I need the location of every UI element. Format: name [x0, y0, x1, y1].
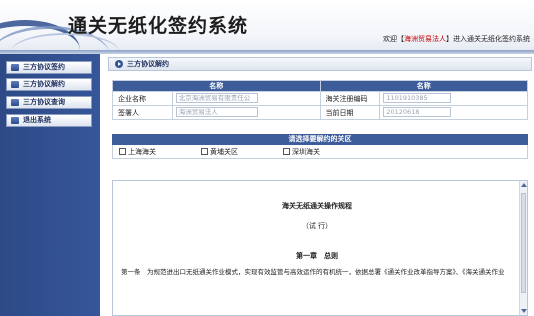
column-header: 名称 [319, 80, 529, 92]
scroll-down-arrow-icon[interactable] [521, 309, 527, 313]
checkbox[interactable] [283, 148, 290, 155]
customs-options-row: 上海海关 黄埔关区 深圳海关 [112, 145, 528, 159]
scroll-thumb[interactable] [521, 193, 526, 293]
sidebar: 三方协议签约 三方协议解约 三方协议查询 退出系统 [0, 54, 100, 316]
customs-option-shanghai[interactable]: 上海海关 [119, 148, 156, 156]
app-header: 通关无纸化签约系统 欢迎【海洲贸易法人】进入通关无纸化签约系统 [0, 0, 534, 50]
document-title: 海关无纸通关操作规程 [282, 202, 352, 210]
section-title: 三方协议解约 [127, 60, 169, 68]
welcome-message: 欢迎【海洲贸易法人】进入通关无纸化签约系统 [383, 34, 530, 44]
company-field[interactable]: 北京海洲贸易有限责任公 [175, 92, 258, 103]
current-user: 海洲贸易法人 [404, 35, 446, 43]
regulation-document[interactable]: 海关无纸通关操作规程 （试 行） 第一章 总则 第一条 为规范进出口无纸通关作业… [112, 180, 528, 316]
sidebar-item-label: 三方协议解约 [23, 80, 65, 88]
customs-select-header: 请选择要解约的关区 [112, 134, 528, 145]
document-subtitle: （试 行） [301, 222, 333, 230]
sidebar-item-query[interactable]: 三方协议查询 [6, 96, 92, 109]
document-body: 海关无纸通关操作规程 （试 行） 第一章 总则 第一条 为规范进出口无纸通关作业… [113, 181, 521, 315]
customs-option-label: 上海海关 [128, 148, 156, 156]
column-header: 名称 [112, 80, 321, 92]
document-scrollbar[interactable] [519, 181, 527, 315]
date-field[interactable]: 20120618 [383, 106, 452, 117]
customs-code-field[interactable]: 1101910385 [383, 92, 452, 103]
customs-option-label: 深圳海关 [292, 148, 320, 156]
app-title: 通关无纸化签约系统 [68, 15, 249, 37]
company-label: 企业名称 [112, 91, 173, 106]
welcome-suffix: 】进入通关无纸化签约系统 [446, 35, 530, 43]
customs-option-huangpu[interactable]: 黄埔关区 [201, 148, 238, 156]
menu-bullet-icon [11, 81, 19, 88]
sidebar-item-label: 退出系统 [23, 116, 51, 124]
signer-field[interactable]: 海洲贸易法人 [175, 106, 258, 117]
checkbox[interactable] [201, 148, 208, 155]
customs-option-shenzhen[interactable]: 深圳海关 [283, 148, 320, 156]
sidebar-item-logout[interactable]: 退出系统 [6, 114, 92, 127]
signer-label: 签署人 [112, 105, 173, 120]
menu-bullet-icon [11, 117, 19, 124]
sidebar-item-sign[interactable]: 三方协议签约 [6, 61, 92, 74]
welcome-prefix: 欢迎【 [383, 35, 404, 43]
sidebar-item-label: 三方协议签约 [23, 63, 65, 71]
main-content: 三方协议解约 名称 名称 企业名称 北京海洲贸易有限责任公 海关注册编码 110… [108, 54, 532, 316]
sidebar-item-label: 三方协议查询 [23, 98, 65, 106]
customs-option-label: 黄埔关区 [210, 148, 238, 156]
document-chapter: 第一章 总则 [296, 252, 338, 260]
customs-code-label: 海关注册编码 [319, 91, 381, 106]
enterprise-info-table: 名称 名称 企业名称 北京海洲贸易有限责任公 海关注册编码 1101910385… [112, 80, 529, 120]
document-paragraph: 第一条 为规范进出口无纸通关作业模式，实现有效监管与高效运作的有机统一，依据总署… [121, 268, 505, 276]
sidebar-item-terminate[interactable]: 三方协议解约 [6, 78, 92, 91]
menu-bullet-icon [11, 99, 19, 106]
menu-bullet-icon [11, 64, 19, 71]
scroll-up-arrow-icon[interactable] [521, 183, 527, 187]
section-header: 三方协议解约 [108, 57, 532, 71]
checkbox[interactable] [119, 148, 126, 155]
date-label: 当前日期 [319, 105, 381, 120]
play-circle-icon [115, 60, 123, 68]
